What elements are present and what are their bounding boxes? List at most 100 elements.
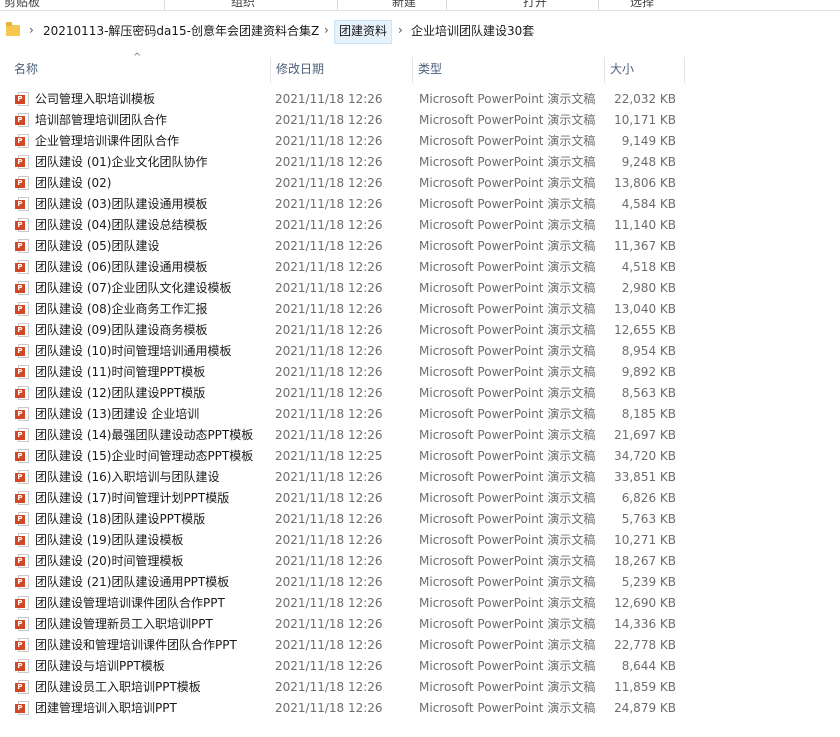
- powerpoint-file-icon: P: [15, 155, 30, 170]
- file-name: 团队建设 (17)时间管理计划PPT模版: [35, 491, 230, 505]
- file-list: P 公司管理入职培训模板 2021/11/18 12:26 Microsoft Pow…: [0, 89, 840, 719]
- ribbon-group-new: 新建: [392, 0, 417, 9]
- ribbon-group-clipboard: 剪贴板: [4, 0, 41, 9]
- column-date[interactable]: 修改日期: [270, 55, 412, 83]
- chevron-right-icon[interactable]: ›: [29, 23, 34, 37]
- address-bar[interactable]: › 20210113-解压密码da15-创意年会团建资料合集Z › 团建资料 ›…: [0, 17, 840, 49]
- file-type: Microsoft PowerPoint 演示文稿: [419, 512, 596, 526]
- file-size: 10,271 KB: [614, 533, 676, 547]
- file-type: Microsoft PowerPoint 演示文稿: [419, 281, 596, 295]
- file-date: 2021/11/18 12:26: [275, 344, 383, 358]
- file-row[interactable]: P 团队建设 (06)团队建设通用模板 2021/11/18 12:26 Micros…: [0, 257, 840, 278]
- file-type: Microsoft PowerPoint 演示文稿: [419, 533, 596, 547]
- file-row[interactable]: P 团队建设 (13)团建设 企业培训 2021/11/18 12:26 Micros…: [0, 404, 840, 425]
- chevron-right-icon[interactable]: ›: [398, 23, 403, 37]
- file-row[interactable]: P 团队建设 (03)团队建设通用模板 2021/11/18 12:26 Micros…: [0, 194, 840, 215]
- breadcrumb-archive[interactable]: 20210113-解压密码da15-创意年会团建资料合集Z: [39, 20, 323, 42]
- file-row[interactable]: P 团队建设 (14)最强团队建设动态PPT模板 2021/11/18 12:26 M…: [0, 425, 840, 446]
- breadcrumb-team-materials[interactable]: 团建资料: [334, 20, 393, 44]
- column-size[interactable]: 大小: [604, 55, 684, 83]
- powerpoint-file-icon: P: [15, 596, 30, 611]
- file-size: 12,655 KB: [614, 323, 676, 337]
- file-date: 2021/11/18 12:26: [275, 365, 383, 379]
- file-date: 2021/11/18 12:26: [275, 428, 383, 442]
- file-size: 10,171 KB: [614, 113, 676, 127]
- file-date: 2021/11/18 12:26: [275, 491, 383, 505]
- file-type: Microsoft PowerPoint 演示文稿: [419, 617, 596, 631]
- breadcrumb-current-folder[interactable]: 企业培训团队建设30套: [407, 20, 538, 42]
- file-row[interactable]: P 团队建设 (16)入职培训与团队建设 2021/11/18 12:26 Micro…: [0, 467, 840, 488]
- file-row[interactable]: P 团队建设 (21)团队建设通用PPT模板 2021/11/18 12:26 Mic…: [0, 572, 840, 593]
- file-type: Microsoft PowerPoint 演示文稿: [419, 491, 596, 505]
- column-type[interactable]: 类型: [412, 55, 604, 83]
- file-row[interactable]: P 团队建设 (19)团队建设模板 2021/11/18 12:26 Microsof…: [0, 530, 840, 551]
- file-name: 团队建设 (08)企业商务工作汇报: [35, 302, 208, 316]
- file-row[interactable]: P 团队建设 (02) 2021/11/18 12:26 Microsoft Powe…: [0, 173, 840, 194]
- file-size: 5,763 KB: [621, 512, 676, 526]
- column-name[interactable]: 名称: [8, 55, 270, 83]
- file-name: 培训部管理培训团队合作: [35, 113, 168, 127]
- file-row[interactable]: P 团队建设 (18)团队建设PPT模版 2021/11/18 12:26 Micro…: [0, 509, 840, 530]
- file-size: 18,267 KB: [614, 554, 676, 568]
- file-row[interactable]: P 团队建设 (08)企业商务工作汇报 2021/11/18 12:26 Micros…: [0, 299, 840, 320]
- file-name: 团队建设 (20)时间管理模板: [35, 554, 184, 568]
- file-type: Microsoft PowerPoint 演示文稿: [419, 407, 596, 421]
- file-row[interactable]: P 团队建设 (12)团队建设PPT模版 2021/11/18 12:26 Micro…: [0, 383, 840, 404]
- powerpoint-file-icon: P: [15, 323, 30, 338]
- file-type: Microsoft PowerPoint 演示文稿: [419, 302, 596, 316]
- file-name: 团队建设 (01)企业文化团队协作: [35, 155, 208, 169]
- file-size: 22,032 KB: [614, 92, 676, 106]
- file-row[interactable]: P 团队建设 (20)时间管理模板 2021/11/18 12:26 Microsof…: [0, 551, 840, 572]
- file-type: Microsoft PowerPoint 演示文稿: [419, 344, 596, 358]
- powerpoint-file-icon: P: [15, 365, 30, 380]
- powerpoint-file-icon: P: [15, 701, 30, 716]
- powerpoint-file-icon: P: [15, 512, 30, 527]
- file-name: 团队建设员工入职培训PPT模板: [35, 680, 201, 694]
- chevron-right-icon[interactable]: ›: [324, 23, 329, 37]
- file-row[interactable]: P 团队建设员工入职培训PPT模板 2021/11/18 12:26 Microsof…: [0, 677, 840, 698]
- powerpoint-file-icon: P: [15, 113, 30, 128]
- file-row[interactable]: P 企业管理培训课件团队合作 2021/11/18 12:26 Microsoft P…: [0, 131, 840, 152]
- powerpoint-file-icon: P: [15, 218, 30, 233]
- file-row[interactable]: P 团队建设 (01)企业文化团队协作 2021/11/18 12:26 Micros…: [0, 152, 840, 173]
- file-size: 5,239 KB: [621, 575, 676, 589]
- file-row[interactable]: P 团队建设 (15)企业时间管理动态PPT模板 2021/11/18 12:25 M…: [0, 446, 840, 467]
- file-row[interactable]: P 团队建设管理新员工入职培训PPT 2021/11/18 12:26 Microso…: [0, 614, 840, 635]
- file-size: 6,826 KB: [621, 491, 676, 505]
- file-date: 2021/11/18 12:26: [275, 197, 383, 211]
- powerpoint-file-icon: P: [15, 449, 30, 464]
- file-name: 团队建设 (05)团队建设: [35, 239, 160, 253]
- file-name: 团建管理培训入职培训PPT: [35, 701, 177, 715]
- file-row[interactable]: P 团队建设 (11)时间管理PPT模板 2021/11/18 12:26 Micro…: [0, 362, 840, 383]
- file-size: 9,149 KB: [621, 134, 676, 148]
- file-name: 团队建设 (12)团队建设PPT模版: [35, 386, 206, 400]
- file-row[interactable]: P 团队建设 (04)团队建设总结模板 2021/11/18 12:26 Micros…: [0, 215, 840, 236]
- file-row[interactable]: P 团队建设 (07)企业团队文化建设模板 2021/11/18 12:26 Micr…: [0, 278, 840, 299]
- file-type: Microsoft PowerPoint 演示文稿: [419, 659, 596, 673]
- file-row[interactable]: P 培训部管理培训团队合作 2021/11/18 12:26 Microsoft Po…: [0, 110, 840, 131]
- file-date: 2021/11/18 12:26: [275, 134, 383, 148]
- file-type: Microsoft PowerPoint 演示文稿: [419, 428, 596, 442]
- file-size: 11,140 KB: [614, 218, 676, 232]
- file-row[interactable]: P 团队建设与培训PPT模板 2021/11/18 12:26 Microsoft P…: [0, 656, 840, 677]
- file-type: Microsoft PowerPoint 演示文稿: [419, 155, 596, 169]
- file-type: Microsoft PowerPoint 演示文稿: [419, 197, 596, 211]
- file-row[interactable]: P 团队建设 (17)时间管理计划PPT模版 2021/11/18 12:26 Mic…: [0, 488, 840, 509]
- file-row[interactable]: P 团建管理培训入职培训PPT 2021/11/18 12:26 Microsoft …: [0, 698, 840, 719]
- file-type: Microsoft PowerPoint 演示文稿: [419, 554, 596, 568]
- file-row[interactable]: P 团队建设和管理培训课件团队合作PPT 2021/11/18 12:26 Micro…: [0, 635, 840, 656]
- ribbon-group-open: 打开: [523, 0, 548, 9]
- file-row[interactable]: P 团队建设 (10)时间管理培训通用模板 2021/11/18 12:26 Micr…: [0, 341, 840, 362]
- file-row[interactable]: P 团队建设 (09)团队建设商务模板 2021/11/18 12:26 Micros…: [0, 320, 840, 341]
- file-type: Microsoft PowerPoint 演示文稿: [419, 113, 596, 127]
- file-name: 团队建设 (21)团队建设通用PPT模板: [35, 575, 230, 589]
- file-type: Microsoft PowerPoint 演示文稿: [419, 470, 596, 484]
- file-row[interactable]: P 团队建设 (05)团队建设 2021/11/18 12:26 Microsoft …: [0, 236, 840, 257]
- file-size: 24,879 KB: [614, 701, 676, 715]
- file-size: 9,892 KB: [621, 365, 676, 379]
- file-date: 2021/11/18 12:26: [275, 470, 383, 484]
- file-row[interactable]: P 公司管理入职培训模板 2021/11/18 12:26 Microsoft Pow…: [0, 89, 840, 110]
- file-date: 2021/11/18 12:26: [275, 638, 383, 652]
- powerpoint-file-icon: P: [15, 302, 30, 317]
- file-row[interactable]: P 团队建设管理培训课件团队合作PPT 2021/11/18 12:26 Micros…: [0, 593, 840, 614]
